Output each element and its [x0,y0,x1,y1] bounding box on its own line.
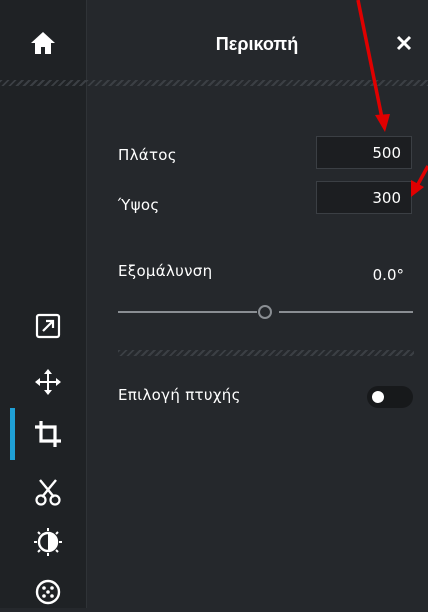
crop-icon [35,421,61,447]
height-label: Ύψος [118,196,160,214]
resize-tool-button[interactable] [28,306,68,346]
height-input[interactable] [316,181,412,214]
width-input[interactable] [316,136,412,169]
straighten-slider-thumb[interactable] [258,305,272,319]
filter-tool-button[interactable] [28,572,68,612]
straighten-label: Εξομάλυνση [118,262,213,280]
panel-header: Περικοπή [86,0,428,86]
close-icon [396,35,412,51]
resize-icon [35,313,61,339]
adjust-tool-button[interactable] [28,522,68,562]
toggle-knob [372,391,384,403]
move-icon [35,369,61,395]
header-divider [86,80,428,86]
home-icon [31,32,55,54]
straighten-slider-track-right [279,311,413,313]
move-tool-button[interactable] [28,362,68,402]
fold-option-toggle[interactable] [367,386,413,408]
close-button[interactable] [394,33,414,53]
panel-title: Περικοπή [215,34,299,54]
crop-tool-button[interactable] [28,414,68,454]
home-button[interactable] [0,0,86,86]
arrow-to-height-icon [411,165,428,197]
cut-icon [35,479,61,506]
active-tool-indicator [10,408,15,460]
width-label: Πλάτος [118,146,177,164]
cut-tool-button[interactable] [28,472,68,512]
straighten-slider-track-left [118,311,257,313]
adjust-icon [34,528,62,556]
straighten-value: 0.0° [372,266,404,284]
sidebar-divider [0,80,86,86]
filter-icon [35,579,61,605]
section-divider [118,350,414,356]
sidebar [0,0,87,608]
fold-option-label: Επιλογή πτυχής [118,386,241,404]
